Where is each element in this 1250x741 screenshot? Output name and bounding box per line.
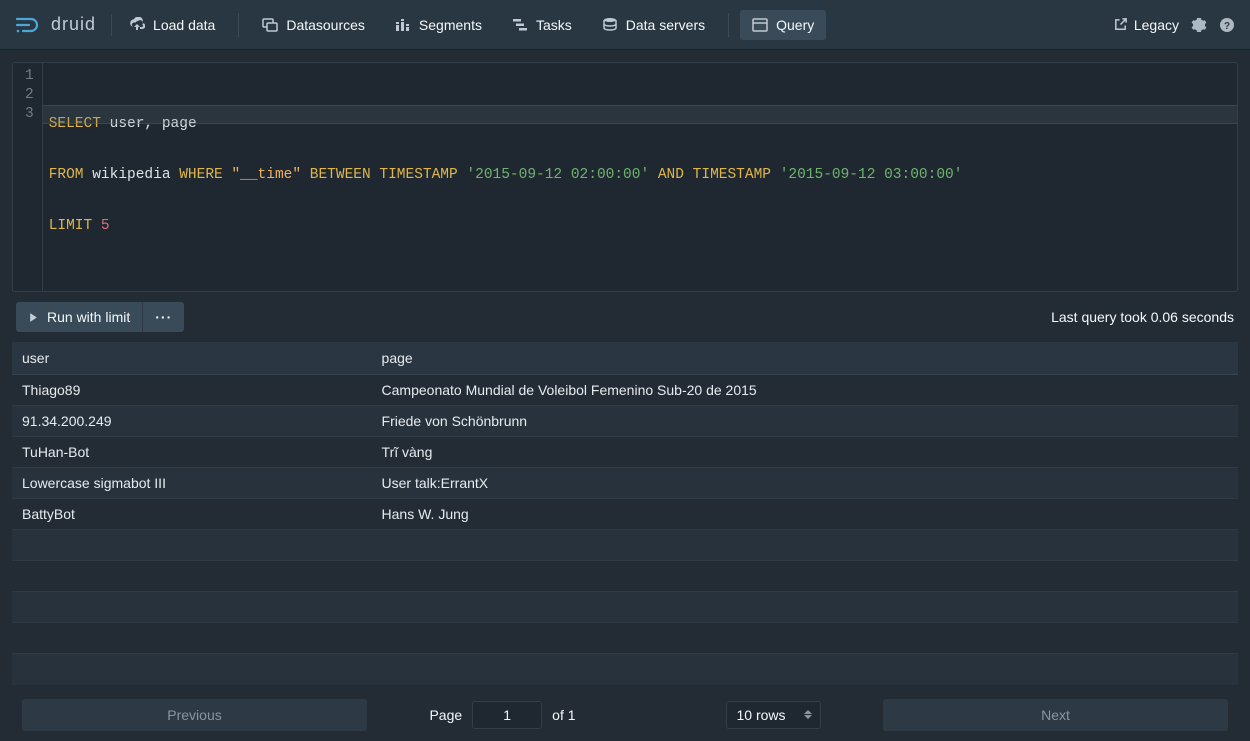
nav-group-right: Legacy ?	[1113, 17, 1235, 33]
rows-per-page-select[interactable]: 10 rows	[726, 701, 821, 729]
share-icon	[1113, 17, 1128, 32]
table-row[interactable]: BattyBotHans W. Jung	[12, 499, 1238, 530]
cloud-upload-icon	[129, 17, 145, 33]
more-button[interactable]: ···	[142, 302, 184, 332]
cell-user: Lowercase sigmabot III	[12, 468, 372, 499]
nav-label: Legacy	[1134, 17, 1179, 33]
table-row[interactable]: 91.34.200.249Friede von Schönbrunn	[12, 406, 1238, 437]
run-button-group: Run with limit ···	[16, 302, 184, 332]
stacked-chart-icon	[395, 17, 411, 33]
table-row[interactable]: Thiago89Campeonato Mundial de Voleibol F…	[12, 375, 1238, 406]
more-icon: ···	[155, 309, 172, 325]
editor-gutter: 1 2 3	[13, 63, 43, 291]
page-of-label: of 1	[552, 707, 575, 723]
cell-page: Hans W. Jung	[372, 499, 1238, 530]
page-input[interactable]	[472, 701, 542, 729]
cell-page: Trĩ vàng	[372, 437, 1238, 468]
pagination: Previous Page of 1 10 rows Next	[12, 685, 1238, 741]
rows-label: 10 rows	[737, 707, 786, 723]
druid-logo-icon	[15, 14, 43, 36]
table-row-empty	[12, 592, 1238, 623]
cell-page: User talk:ErrantX	[372, 468, 1238, 499]
editor-code[interactable]: SELECT user, page FROM wikipedia WHERE "…	[43, 63, 1237, 291]
button-label: Run with limit	[47, 309, 130, 325]
cell-user: TuHan-Bot	[12, 437, 372, 468]
logo-text: druid	[51, 14, 96, 35]
query-toolbar: Run with limit ··· Last query took 0.06 …	[0, 292, 1250, 342]
help-icon[interactable]: ?	[1219, 17, 1235, 33]
nav-label: Segments	[419, 17, 482, 33]
nav-query[interactable]: Query	[740, 10, 826, 40]
table-row-empty	[12, 561, 1238, 592]
database-icon	[602, 17, 618, 33]
table-row-empty	[12, 530, 1238, 561]
sql-editor[interactable]: 1 2 3 SELECT user, page FROM wikipedia W…	[12, 62, 1238, 292]
cell-user: Thiago89	[12, 375, 372, 406]
logo[interactable]: druid	[15, 14, 112, 36]
cell-user: BattyBot	[12, 499, 372, 530]
table-row-empty	[12, 623, 1238, 654]
nav-label: Load data	[153, 17, 215, 33]
query-status: Last query took 0.06 seconds	[1051, 309, 1234, 325]
table-row-empty	[12, 654, 1238, 685]
svg-text:?: ?	[1224, 21, 1230, 32]
navbar: druid Load data Datasources Segments	[0, 0, 1250, 50]
cell-user: 91.34.200.249	[12, 406, 372, 437]
double-caret-vertical-icon	[804, 710, 812, 719]
pager-center: Page of 1 10 rows	[387, 701, 863, 729]
multi-select-icon	[262, 17, 278, 33]
gantt-chart-icon	[512, 17, 528, 33]
cell-page: Friede von Schönbrunn	[372, 406, 1238, 437]
cell-page: Campeonato Mundial de Voleibol Femenino …	[372, 375, 1238, 406]
results-panel: user page Thiago89Campeonato Mundial de …	[12, 342, 1238, 741]
application-icon	[752, 17, 768, 33]
column-header-user[interactable]: user	[12, 342, 372, 375]
nav-label: Tasks	[536, 17, 572, 33]
next-button[interactable]: Next	[883, 699, 1228, 731]
caret-right-icon	[28, 312, 39, 323]
cog-icon[interactable]	[1191, 17, 1207, 33]
nav-datasources[interactable]: Datasources	[250, 10, 377, 40]
previous-button[interactable]: Previous	[22, 699, 367, 731]
table-row[interactable]: Lowercase sigmabot IIIUser talk:ErrantX	[12, 468, 1238, 499]
nav-label: Datasources	[286, 17, 365, 33]
nav-separator	[238, 13, 239, 37]
nav-legacy[interactable]: Legacy	[1113, 17, 1179, 33]
nav-label: Query	[776, 17, 814, 33]
nav-segments[interactable]: Segments	[383, 10, 494, 40]
results-table: user page Thiago89Campeonato Mundial de …	[12, 342, 1238, 685]
run-with-limit-button[interactable]: Run with limit	[16, 302, 142, 332]
nav-group-left: Load data Datasources Segments Tasks Da	[114, 10, 829, 40]
nav-data-servers[interactable]: Data servers	[590, 10, 717, 40]
nav-separator	[728, 13, 729, 37]
nav-tasks[interactable]: Tasks	[500, 10, 584, 40]
column-header-page[interactable]: page	[372, 342, 1238, 375]
nav-label: Data servers	[626, 17, 705, 33]
table-row[interactable]: TuHan-BotTrĩ vàng	[12, 437, 1238, 468]
nav-load-data[interactable]: Load data	[117, 10, 227, 40]
page-label: Page	[429, 707, 462, 723]
